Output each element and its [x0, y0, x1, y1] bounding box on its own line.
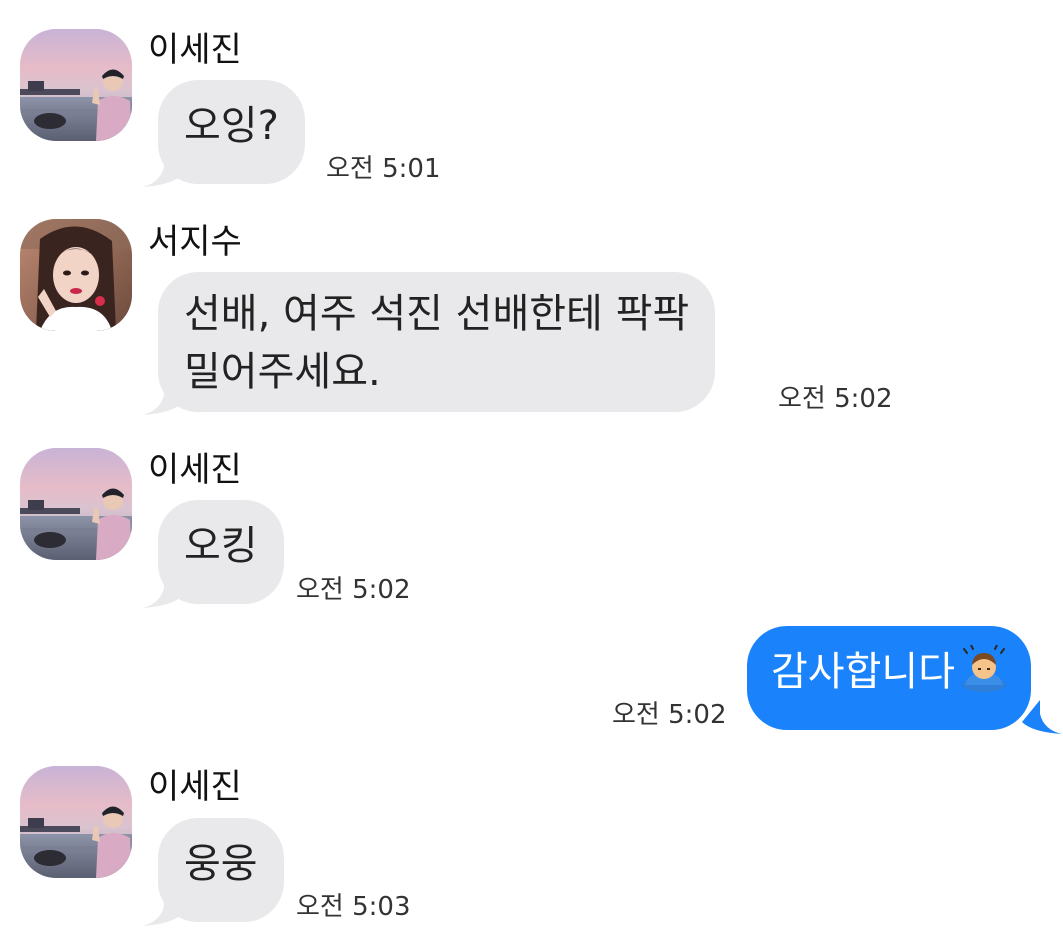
avatar-sejin[interactable]	[20, 29, 132, 141]
message-text: 감사합니다	[771, 649, 955, 695]
message-timestamp: 오전 5:03	[296, 892, 411, 922]
message-timestamp: 오전 5:01	[326, 154, 441, 184]
message-text-line: 밀어주세요.	[184, 349, 381, 395]
message-text-line: 선배, 여주 석진 선배한테 팍팍	[184, 291, 690, 337]
message-timestamp: 오전 5:02	[778, 384, 893, 414]
message-bubble[interactable]: 웅웅	[158, 818, 284, 922]
sender-name: 이세진	[148, 450, 242, 490]
message-text: 웅웅	[184, 841, 258, 887]
bowing-person-icon	[959, 645, 1009, 693]
message-bubble[interactable]: 선배, 여주 석진 선배한테 팍팍 밀어주세요.	[158, 272, 716, 412]
message-timestamp: 오전 5:02	[296, 575, 411, 605]
message-text: 오잉?	[184, 103, 279, 149]
avatar-sejin[interactable]	[20, 766, 132, 878]
avatar-sejin[interactable]	[20, 448, 132, 560]
message-bubble-outgoing[interactable]: 감사합니다	[747, 626, 1031, 730]
avatar-jisu[interactable]	[20, 219, 132, 331]
message-bubble[interactable]: 오잉?	[158, 80, 305, 184]
message-text: 오킹	[184, 523, 258, 569]
bubble-tail	[1022, 700, 1062, 734]
message-timestamp: 오전 5:02	[612, 700, 727, 730]
sender-name: 이세진	[148, 767, 242, 807]
message-bubble[interactable]: 오킹	[158, 500, 284, 604]
sender-name: 이세진	[148, 30, 242, 70]
sender-name: 서지수	[148, 222, 242, 262]
